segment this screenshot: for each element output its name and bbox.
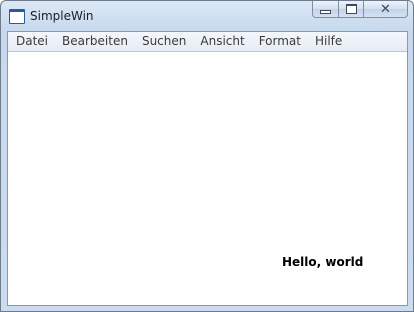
window-title: SimpleWin (30, 9, 94, 23)
minimize-button[interactable] (312, 1, 338, 18)
hello-text: Hello, world (282, 255, 364, 269)
window-app-icon[interactable] (9, 9, 25, 24)
app-window: SimpleWin ✕ Datei Bearbeiten Suchen Ansi… (0, 0, 414, 312)
menu-ansicht[interactable]: Ansicht (193, 32, 251, 51)
menu-bar: Datei Bearbeiten Suchen Ansicht Format H… (8, 32, 407, 52)
maximize-button[interactable] (338, 1, 363, 18)
minimize-icon (320, 10, 331, 14)
content-canvas[interactable]: Hello, world (8, 52, 407, 305)
close-button[interactable]: ✕ (363, 1, 408, 18)
close-icon: ✕ (380, 1, 391, 17)
menu-suchen[interactable]: Suchen (135, 32, 193, 51)
menu-format[interactable]: Format (252, 32, 308, 51)
title-bar[interactable]: SimpleWin ✕ (1, 1, 413, 31)
maximize-icon (345, 4, 357, 14)
menu-datei[interactable]: Datei (8, 32, 55, 51)
menu-bearbeiten[interactable]: Bearbeiten (55, 32, 135, 51)
client-area: Datei Bearbeiten Suchen Ansicht Format H… (7, 31, 408, 306)
caption-buttons: ✕ (312, 1, 408, 20)
menu-hilfe[interactable]: Hilfe (308, 32, 349, 51)
